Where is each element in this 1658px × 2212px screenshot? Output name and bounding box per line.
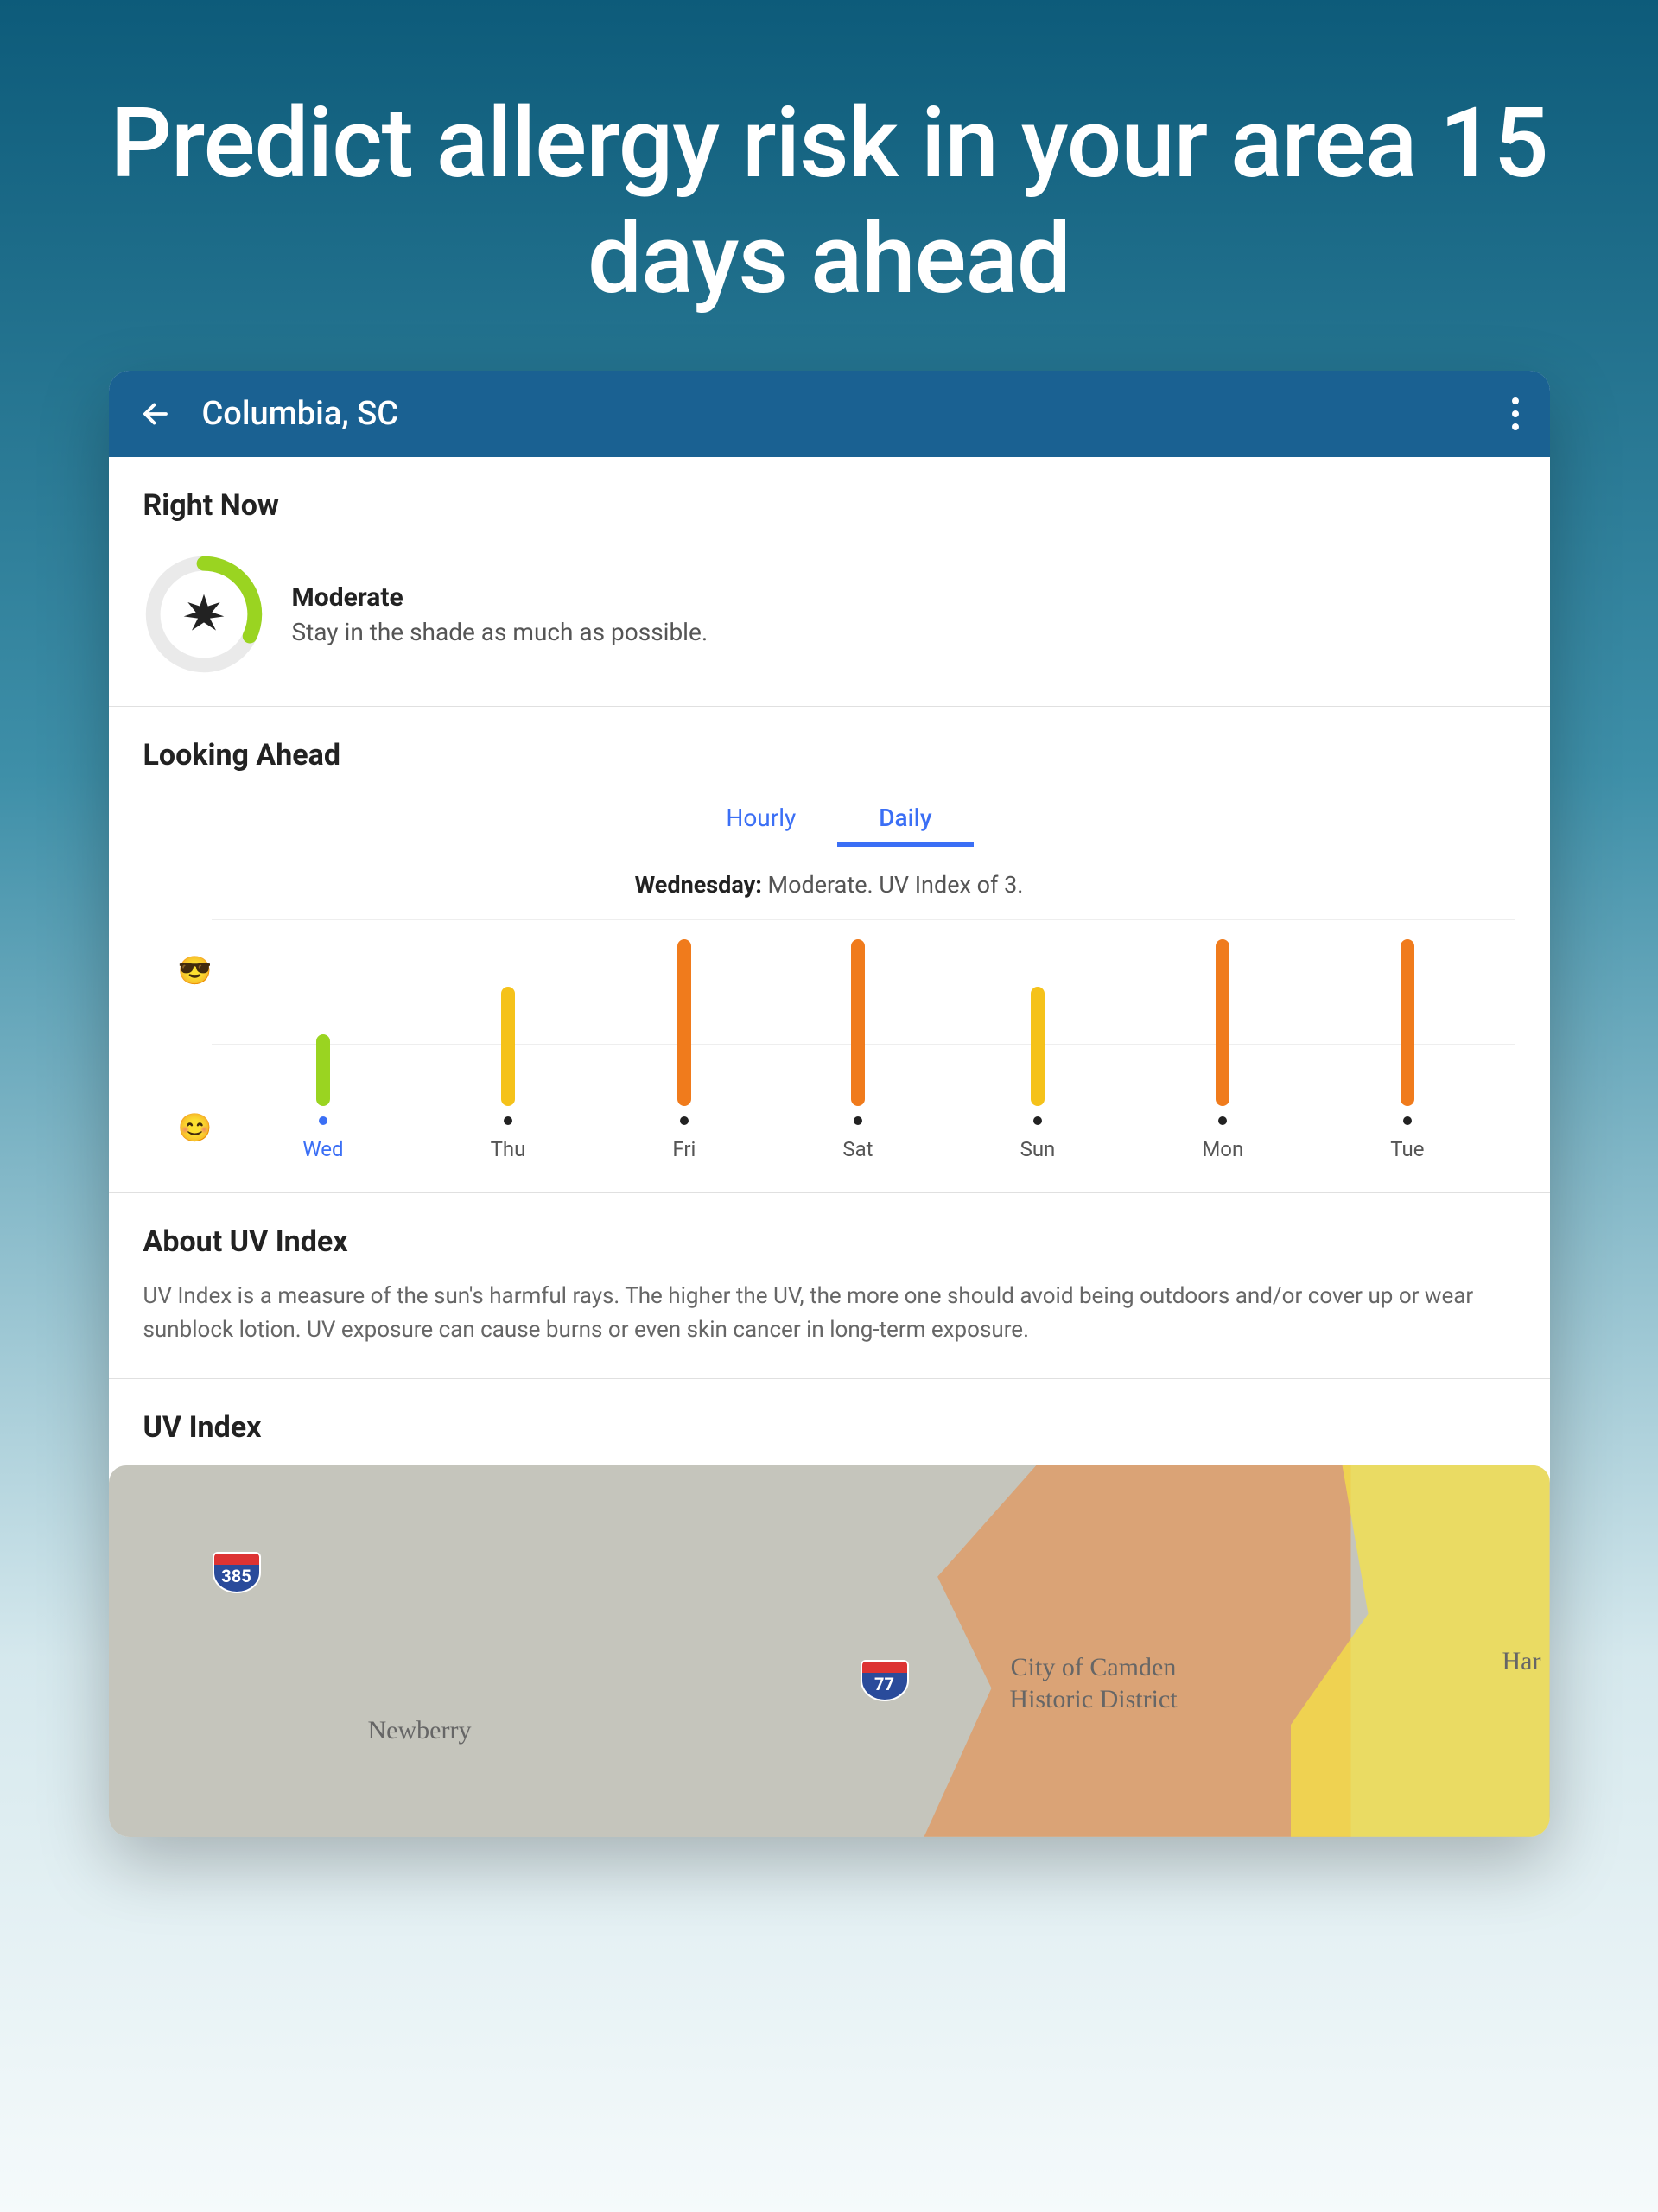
- bar-label: Wed: [302, 1137, 343, 1161]
- uv-index-map[interactable]: 385 77 Newberry City of Camden Historic …: [109, 1465, 1550, 1837]
- uv-map-title: UV Index: [143, 1410, 1515, 1445]
- about-uv-section: About UV Index UV Index is a measure of …: [109, 1193, 1550, 1379]
- back-icon[interactable]: [140, 398, 171, 429]
- bar-dot: [1403, 1116, 1412, 1125]
- tab-daily[interactable]: Daily: [837, 793, 973, 847]
- bar-mon[interactable]: Mon: [1202, 939, 1243, 1161]
- bar-fill: [677, 939, 691, 1106]
- bar-label: Mon: [1202, 1137, 1243, 1161]
- uv-level-label: Moderate: [292, 582, 708, 613]
- tab-hourly[interactable]: Hourly: [684, 793, 837, 847]
- looking-ahead-section: Looking Ahead Hourly Daily Wednesday: Mo…: [109, 707, 1550, 1193]
- bar-label: Thu: [491, 1137, 526, 1161]
- map-label-newberry: Newberry: [368, 1716, 472, 1745]
- sun-icon: [180, 590, 228, 639]
- bar-dot: [854, 1116, 862, 1125]
- about-title: About UV Index: [143, 1224, 1515, 1259]
- bar-sun[interactable]: Sun: [1020, 987, 1056, 1161]
- more-menu-icon[interactable]: [1512, 397, 1519, 430]
- y-axis-icon-high: 😎: [178, 954, 213, 987]
- uv-advice: Stay in the shade as much as possible.: [292, 618, 708, 646]
- bar-fill: [1216, 939, 1229, 1106]
- interstate-shield-77: 77: [861, 1660, 909, 1701]
- forecast-tabs: Hourly Daily: [143, 793, 1515, 847]
- bar-fill: [316, 1034, 330, 1106]
- bar-fill: [501, 987, 515, 1106]
- location-title: Columbia, SC: [202, 395, 1481, 433]
- bar-dot: [504, 1116, 512, 1125]
- bar-thu[interactable]: Thu: [491, 987, 526, 1161]
- uv-map-section: UV Index 385 77 Newberry City of Camden …: [109, 1379, 1550, 1837]
- right-now-section: Right Now Moderate Stay in the shade as …: [109, 457, 1550, 707]
- uv-bar-chart: 😎 😊 Wed Thu Fri Sat Sun Mon Tue: [143, 919, 1515, 1161]
- bar-fill: [851, 939, 865, 1106]
- hero-title: Predict allergy risk in your area 15 day…: [0, 0, 1658, 371]
- bar-dot: [1033, 1116, 1042, 1125]
- bar-fill: [1031, 987, 1045, 1106]
- map-label-camden: City of Camden Historic District: [973, 1651, 1215, 1716]
- bar-fill: [1401, 939, 1414, 1106]
- right-now-title: Right Now: [143, 488, 1515, 523]
- bar-label: Sat: [842, 1137, 873, 1161]
- bar-dot: [1218, 1116, 1227, 1125]
- map-label-har: Har: [1502, 1647, 1541, 1676]
- bar-fri[interactable]: Fri: [672, 939, 696, 1161]
- looking-ahead-title: Looking Ahead: [143, 738, 1515, 772]
- interstate-shield-385: 385: [213, 1552, 261, 1593]
- bar-dot: [319, 1116, 327, 1125]
- bar-wed[interactable]: Wed: [302, 1034, 343, 1161]
- bar-label: Sun: [1020, 1137, 1056, 1161]
- y-axis-icon-low: 😊: [178, 1111, 213, 1144]
- bar-label: Tue: [1390, 1137, 1424, 1161]
- forecast-summary: Wednesday: Moderate. UV Index of 3.: [143, 871, 1515, 899]
- bar-dot: [680, 1116, 689, 1125]
- bar-label: Fri: [672, 1137, 696, 1161]
- uv-gauge: [143, 554, 264, 675]
- app-screenshot: Columbia, SC Right Now Moderate Stay in …: [109, 371, 1550, 1837]
- app-header: Columbia, SC: [109, 371, 1550, 457]
- bar-tue[interactable]: Tue: [1390, 939, 1424, 1161]
- about-text: UV Index is a measure of the sun's harmf…: [143, 1280, 1515, 1347]
- bar-sat[interactable]: Sat: [842, 939, 873, 1161]
